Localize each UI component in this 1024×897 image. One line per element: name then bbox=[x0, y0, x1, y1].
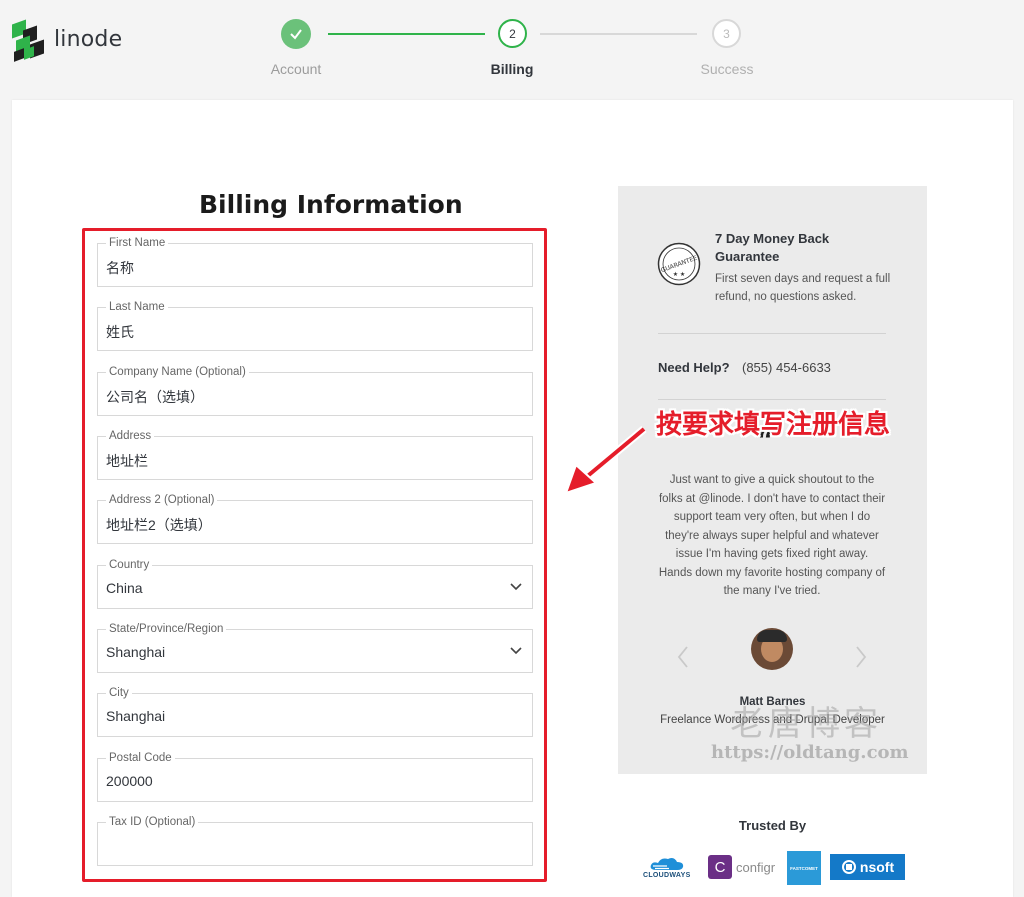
billing-title: Billing Information bbox=[199, 190, 463, 219]
nsoft-logo: nsoft bbox=[830, 854, 905, 880]
address-2-input[interactable]: 地址栏2（选填） bbox=[106, 515, 212, 535]
state-select[interactable]: State/Province/Region Shanghai bbox=[97, 623, 533, 673]
postal-code-field[interactable]: Postal Code 200000 bbox=[97, 752, 533, 802]
guarantee-description: First seven days and request a full refu… bbox=[715, 273, 891, 303]
postal-code-input[interactable]: 200000 bbox=[106, 773, 153, 789]
support-phone[interactable]: (855) 454-6633 bbox=[742, 360, 831, 375]
company-name-input[interactable]: 公司名（选填） bbox=[106, 387, 204, 407]
testimonial-quote: Just want to give a quick shoutout to th… bbox=[658, 474, 886, 597]
field-label: Country bbox=[106, 559, 153, 571]
linode-logo[interactable]: linode bbox=[12, 18, 123, 62]
need-help-label: Need Help? bbox=[658, 360, 730, 375]
address-2-field[interactable]: Address 2 (Optional) 地址栏2（选填） bbox=[97, 494, 533, 544]
sidebar-divider bbox=[658, 333, 886, 334]
first-name-input[interactable]: 名称 bbox=[106, 258, 134, 278]
step-billing-number: 2 bbox=[498, 19, 527, 48]
nsoft-ring-icon bbox=[841, 860, 856, 874]
chevron-down-icon[interactable] bbox=[510, 580, 522, 592]
step-account-check-icon bbox=[281, 19, 311, 49]
fastcomet-logo: FASTCOMET bbox=[787, 851, 821, 885]
field-label: City bbox=[106, 687, 132, 699]
last-name-field[interactable]: Last Name 姓氏 bbox=[97, 301, 533, 351]
annotation-arrow-icon bbox=[564, 425, 647, 495]
cloudways-logo: CLOUDWAYS bbox=[643, 852, 691, 882]
state-value: Shanghai bbox=[106, 644, 166, 660]
field-label: Company Name (Optional) bbox=[106, 366, 249, 378]
step-line-completed bbox=[328, 33, 485, 35]
logo-text: linode bbox=[54, 26, 123, 52]
field-label: First Name bbox=[106, 237, 169, 249]
tax-id-field[interactable]: Tax ID (Optional) bbox=[97, 816, 533, 866]
step-account-label: Account bbox=[270, 61, 322, 77]
field-label: State/Province/Region bbox=[106, 623, 227, 635]
guarantee-seal-icon: GUARANTEE ★ ★ bbox=[657, 242, 701, 286]
field-label: Address bbox=[106, 430, 155, 442]
annotation-text: 按要求填写注册信息 bbox=[656, 409, 891, 439]
chevron-right-icon[interactable] bbox=[854, 645, 868, 669]
step-line-pending bbox=[540, 33, 697, 35]
svg-text:★ ★: ★ ★ bbox=[673, 271, 685, 278]
guarantee-title: 7 Day Money Back Guarantee bbox=[715, 231, 830, 264]
chevron-left-icon[interactable] bbox=[676, 645, 690, 669]
field-label: Tax ID (Optional) bbox=[106, 816, 199, 828]
field-label: Last Name bbox=[106, 301, 168, 313]
first-name-field[interactable]: First Name 名称 bbox=[97, 237, 533, 287]
trusted-by-title: Trusted By bbox=[738, 818, 807, 833]
field-label: Address 2 (Optional) bbox=[106, 494, 218, 506]
step-success-label: Success bbox=[700, 61, 754, 77]
address-field[interactable]: Address 地址栏 bbox=[97, 430, 533, 480]
sidebar-divider bbox=[658, 399, 886, 400]
last-name-input[interactable]: 姓氏 bbox=[106, 322, 134, 342]
field-label: Postal Code bbox=[106, 752, 175, 764]
address-input[interactable]: 地址栏 bbox=[106, 451, 148, 471]
country-select[interactable]: Country China bbox=[97, 559, 533, 609]
city-input[interactable]: Shanghai bbox=[106, 708, 165, 724]
avatar bbox=[751, 628, 793, 670]
configr-c-icon: C bbox=[708, 855, 732, 879]
watermark-url: https://oldtang.com bbox=[711, 742, 909, 763]
company-name-field[interactable]: Company Name (Optional) 公司名（选填） bbox=[97, 366, 533, 416]
configr-logo: C configr bbox=[708, 852, 775, 882]
cloud-icon bbox=[650, 857, 683, 870]
country-value: China bbox=[106, 580, 143, 596]
step-billing-label: Billing bbox=[490, 61, 534, 77]
chevron-down-icon[interactable] bbox=[510, 644, 522, 656]
city-field[interactable]: City Shanghai bbox=[97, 687, 533, 737]
watermark-text: 老唐博客 bbox=[730, 704, 882, 744]
step-success-number: 3 bbox=[712, 19, 741, 48]
linode-logo-icon bbox=[12, 18, 48, 62]
